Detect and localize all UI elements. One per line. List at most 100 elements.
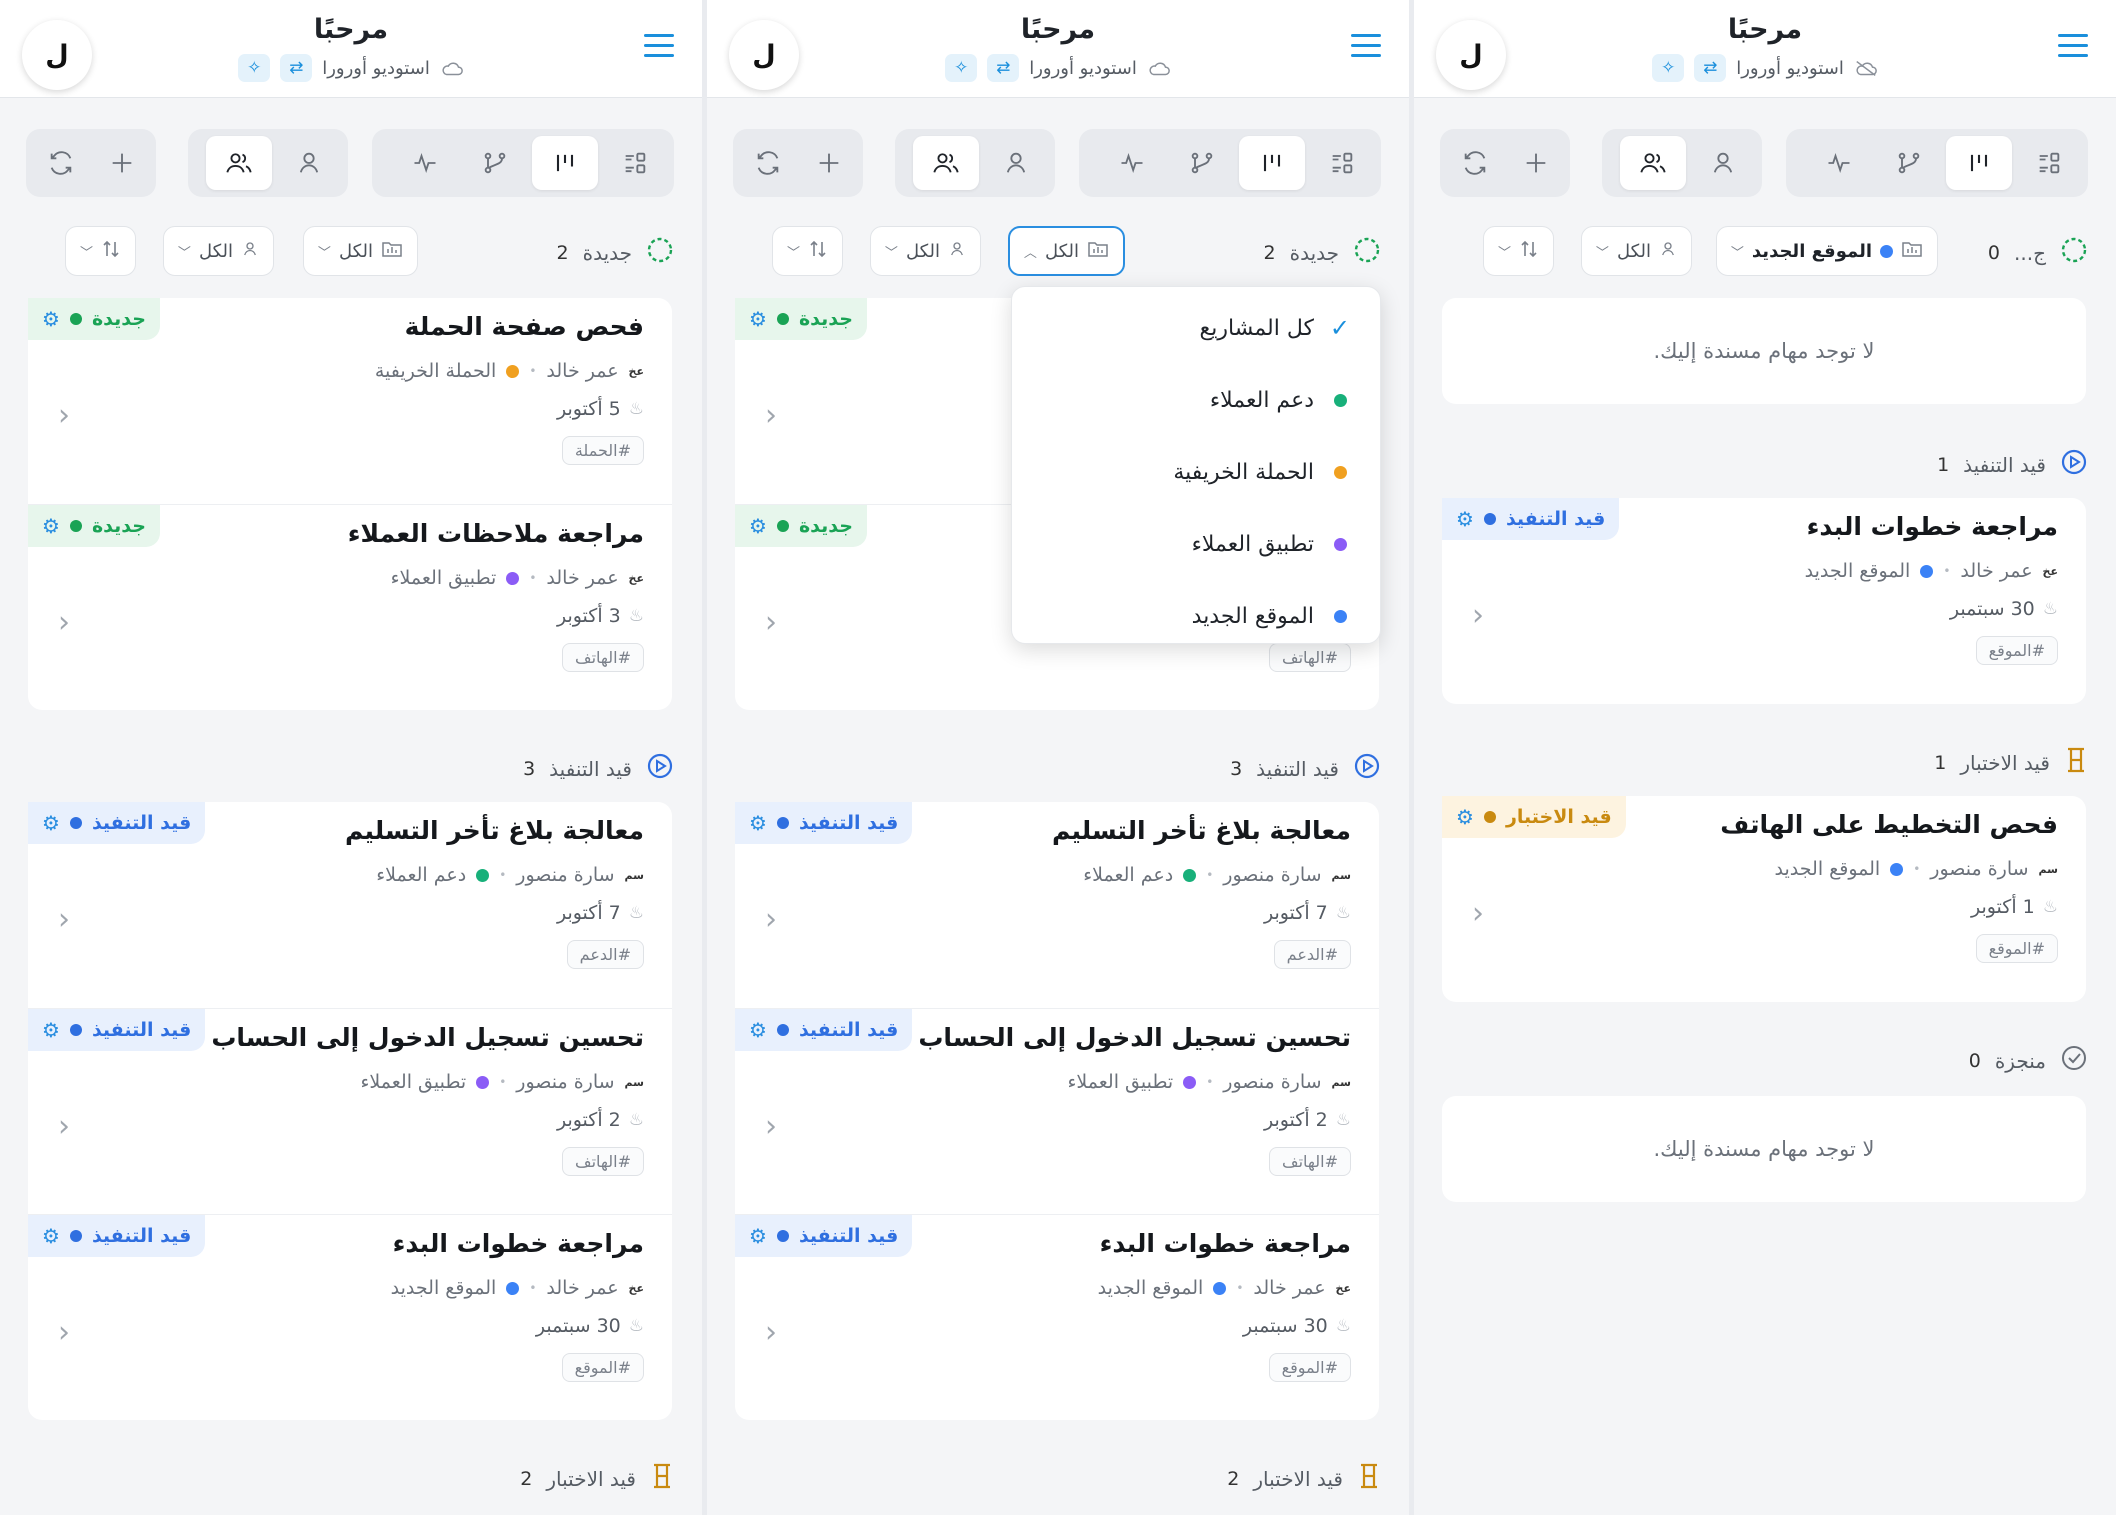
sort-button[interactable]: ﹀ <box>771 226 843 276</box>
task-tag[interactable]: #الموقع <box>1975 934 2058 963</box>
gear-icon[interactable]: ⚙ <box>749 1018 767 1042</box>
section-in-progress-header[interactable]: قيد التنفيذ 3 <box>1230 752 1381 785</box>
team-tasks-icon[interactable] <box>1620 136 1686 190</box>
refresh-icon[interactable] <box>739 136 796 190</box>
project-option[interactable]: دعم العملاء <box>1042 375 1350 425</box>
chevron-left-icon[interactable]: ‹ <box>765 398 777 433</box>
task-title[interactable]: مراجعة ملاحظات العملاء <box>348 519 644 548</box>
task-card[interactable]: قيد التنفيذ ⚙ ‹ معالجة بلاغ تأخر التسليم سم س… <box>28 802 672 1008</box>
task-tag[interactable]: #الموقع <box>1268 1353 1351 1382</box>
task-title[interactable]: معالجة بلاغ تأخر التسليم <box>1052 816 1351 845</box>
sparkle-icon[interactable]: ✧ <box>945 54 978 82</box>
status-badge[interactable]: قيد التنفيذ ⚙ <box>28 1215 206 1257</box>
chevron-left-icon[interactable]: ‹ <box>765 1109 777 1144</box>
task-tag[interactable]: #الهاتف <box>562 1147 644 1176</box>
branch-view-icon[interactable] <box>1169 136 1235 190</box>
chevron-left-icon[interactable]: ‹ <box>58 605 70 640</box>
status-badge[interactable]: جديدة ⚙ <box>28 298 160 340</box>
project-option[interactable]: الحملة الخريفية <box>1042 447 1350 497</box>
team-tasks-icon[interactable] <box>206 136 272 190</box>
gear-icon[interactable]: ⚙ <box>42 811 60 835</box>
member-filter[interactable]: الكل ﹀ <box>1580 226 1692 276</box>
list-view-icon[interactable] <box>1309 136 1375 190</box>
project-option[interactable]: تطبيق العملاء <box>1042 519 1350 569</box>
gear-icon[interactable]: ⚙ <box>749 1224 767 1248</box>
chevron-left-icon[interactable]: ‹ <box>765 902 777 937</box>
task-tag[interactable]: #الدعم <box>566 940 644 969</box>
team-tasks-icon[interactable] <box>913 136 979 190</box>
task-title[interactable]: مراجعة خطوات البدء <box>1807 512 2058 541</box>
section-testing-header[interactable]: قيد الاختبار 2 <box>1227 1462 1381 1495</box>
status-badge[interactable]: قيد التنفيذ ⚙ <box>735 1009 913 1051</box>
workspace-name[interactable]: استوديو أورورا <box>1029 58 1137 79</box>
status-badge[interactable]: قيد التنفيذ ⚙ <box>1442 498 1620 540</box>
gear-icon[interactable]: ⚙ <box>1456 805 1474 829</box>
refresh-icon[interactable] <box>1446 136 1503 190</box>
board-view-icon[interactable] <box>1239 136 1305 190</box>
sort-button[interactable]: ﹀ <box>1482 226 1554 276</box>
member-filter[interactable]: الكل ﹀ <box>162 226 274 276</box>
task-title[interactable]: مراجعة خطوات البدء <box>1100 1229 1351 1258</box>
task-title[interactable]: تحسين تسجيل الدخول إلى الحساب <box>918 1023 1351 1052</box>
section-in-progress-header[interactable]: قيد التنفيذ 3 <box>523 752 674 785</box>
gear-icon[interactable]: ⚙ <box>749 307 767 331</box>
chevron-left-icon[interactable]: ‹ <box>1472 896 1484 931</box>
project-option[interactable]: الموقع الجديد <box>1042 591 1350 641</box>
project-filter[interactable]: الكل ︿ <box>1007 226 1125 276</box>
branch-view-icon[interactable] <box>1876 136 1942 190</box>
gear-icon[interactable]: ⚙ <box>749 514 767 538</box>
my-tasks-icon[interactable] <box>1690 136 1756 190</box>
gear-icon[interactable]: ⚙ <box>42 1018 60 1042</box>
section-in-progress-header[interactable]: قيد التنفيذ 1 <box>1937 448 2088 481</box>
workspace-name[interactable]: استوديو أورورا <box>322 58 430 79</box>
task-tag[interactable]: #الهاتف <box>562 643 644 672</box>
status-badge[interactable]: جديدة ⚙ <box>735 505 867 547</box>
branch-view-icon[interactable] <box>462 136 528 190</box>
task-card[interactable]: قيد التنفيذ ⚙ ‹ مراجعة خطوات البدء عخ عمر خال… <box>735 1214 1379 1420</box>
task-card[interactable]: قيد التنفيذ ⚙ ‹ معالجة بلاغ تأخر التسليم سم س… <box>735 802 1379 1008</box>
task-card[interactable]: قيد التنفيذ ⚙ ‹ تحسين تسجيل الدخول إلى الحس… <box>735 1008 1379 1214</box>
status-badge[interactable]: قيد التنفيذ ⚙ <box>735 1215 913 1257</box>
gear-icon[interactable]: ⚙ <box>42 514 60 538</box>
task-card[interactable]: قيد التنفيذ ⚙ ‹ تحسين تسجيل الدخول إلى الحس… <box>28 1008 672 1214</box>
gear-icon[interactable]: ⚙ <box>749 811 767 835</box>
task-tag[interactable]: #الموقع <box>1975 636 2058 665</box>
board-view-icon[interactable] <box>532 136 598 190</box>
chevron-left-icon[interactable]: ‹ <box>1472 598 1484 633</box>
project-filter[interactable]: الكل ﹀ <box>302 226 418 276</box>
chevron-left-icon[interactable]: ‹ <box>58 1315 70 1350</box>
sync-icon[interactable]: ⇄ <box>987 54 1020 82</box>
task-card[interactable]: قيد الاختبار ⚙ ‹ فحص التخطيط على الهاتف سم سا… <box>1442 796 2086 1002</box>
project-option[interactable]: ✓ كل المشاريع <box>1042 303 1350 353</box>
chevron-left-icon[interactable]: ‹ <box>765 1315 777 1350</box>
sync-icon[interactable]: ⇄ <box>1694 54 1727 82</box>
task-card[interactable]: قيد التنفيذ ⚙ ‹ مراجعة خطوات البدء عخ عمر خال… <box>1442 498 2086 704</box>
sort-button[interactable]: ﹀ <box>64 226 136 276</box>
status-badge[interactable]: جديدة ⚙ <box>735 298 867 340</box>
activity-view-icon[interactable] <box>1806 136 1872 190</box>
member-filter[interactable]: الكل ﹀ <box>869 226 981 276</box>
workspace-name[interactable]: استوديو أورورا <box>1736 58 1844 79</box>
my-tasks-icon[interactable] <box>276 136 342 190</box>
status-badge[interactable]: قيد التنفيذ ⚙ <box>28 1009 206 1051</box>
task-tag[interactable]: #الحملة <box>561 436 644 465</box>
status-badge[interactable]: قيد الاختبار ⚙ <box>1442 796 1626 838</box>
list-view-icon[interactable] <box>602 136 668 190</box>
task-tag[interactable]: #الهاتف <box>1269 1147 1351 1176</box>
section-testing-header[interactable]: قيد الاختبار 1 <box>1934 746 2088 779</box>
task-title[interactable]: مراجعة خطوات البدء <box>393 1229 644 1258</box>
sync-icon[interactable]: ⇄ <box>280 54 313 82</box>
sparkle-icon[interactable]: ✧ <box>1652 54 1685 82</box>
task-title[interactable]: فحص صفحة الحملة <box>405 312 644 341</box>
status-badge[interactable]: قيد التنفيذ ⚙ <box>735 802 913 844</box>
gear-icon[interactable]: ⚙ <box>1456 507 1474 531</box>
chevron-left-icon[interactable]: ‹ <box>58 902 70 937</box>
task-tag[interactable]: #الموقع <box>561 1353 644 1382</box>
chevron-left-icon[interactable]: ‹ <box>765 605 777 640</box>
activity-view-icon[interactable] <box>392 136 458 190</box>
section-new-header[interactable]: جديدة 2 <box>557 236 675 269</box>
add-task-icon[interactable] <box>1507 136 1564 190</box>
task-tag[interactable]: #الهاتف <box>1269 643 1351 672</box>
activity-view-icon[interactable] <box>1099 136 1165 190</box>
task-title[interactable]: فحص التخطيط على الهاتف <box>1720 810 2058 839</box>
